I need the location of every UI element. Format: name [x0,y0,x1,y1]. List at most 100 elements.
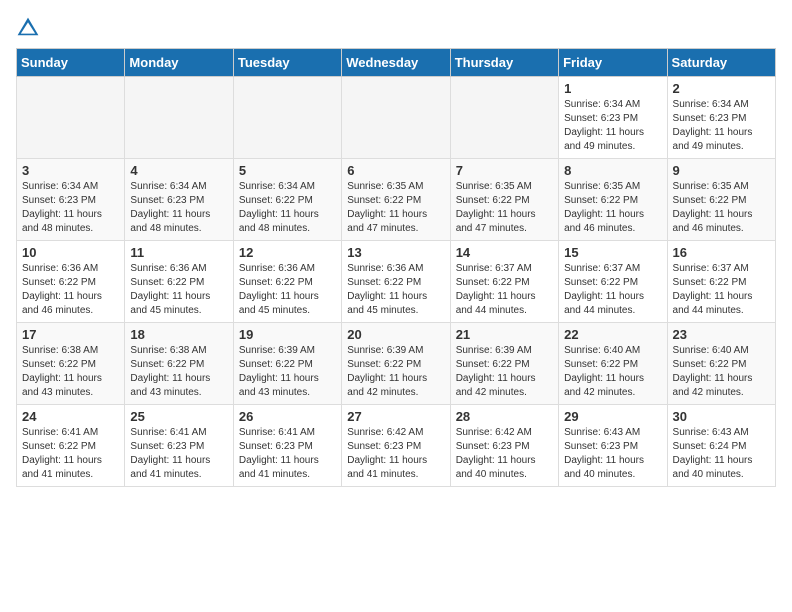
day-info: Sunrise: 6:35 AM Sunset: 6:22 PM Dayligh… [673,180,770,236]
day-number: 21 [456,327,553,342]
day-info: Sunrise: 6:40 AM Sunset: 6:22 PM Dayligh… [673,344,770,400]
calendar-cell: 11 Sunrise: 6:36 AM Sunset: 6:22 PM Dayli… [125,241,233,323]
day-number: 2 [673,81,770,96]
calendar-week-row: 10Sunrise: 6:36 AM Sunset: 6:22 PM Dayli… [17,241,776,323]
day-number: 1 [564,81,661,96]
calendar-cell: 3 Sunrise: 6:34 AM Sunset: 6:23 PM Daylig… [17,159,125,241]
calendar-cell: 8Sunrise: 6:35 AM Sunset: 6:22 PM Daylig… [559,159,667,241]
day-info: Sunrise: 6:42 AM Sunset: 6:23 PM Dayligh… [456,426,553,482]
calendar-cell: 25 Sunrise: 6:41 AM Sunset: 6:23 PM Dayli… [125,405,233,487]
day-number: 3 [22,163,119,178]
day-info: Sunrise: 6:37 AM Sunset: 6:22 PM Dayligh… [564,262,661,318]
day-info: Sunrise: 6:37 AM Sunset: 6:22 PM Dayligh… [456,262,553,318]
day-number: 14 [456,245,553,260]
calendar-cell: 12Sunrise: 6:36 AM Sunset: 6:22 PM Dayli… [233,241,341,323]
calendar-cell: 20Sunrise: 6:39 AM Sunset: 6:22 PM Dayli… [342,323,450,405]
day-info: Sunrise: 6:34 AM Sunset: 6:23 PM Dayligh… [673,98,770,154]
day-number: 27 [347,409,444,424]
calendar-cell [17,77,125,159]
page-header [16,16,776,40]
day-number: 16 [673,245,770,260]
calendar-cell: 2 Sunrise: 6:34 AM Sunset: 6:23 PM Daylig… [667,77,775,159]
day-number: 11 [130,245,227,260]
calendar-week-row: 24Sunrise: 6:41 AM Sunset: 6:22 PM Dayli… [17,405,776,487]
calendar-day-header: Wednesday [342,49,450,77]
day-number: 5 [239,163,336,178]
day-info: Sunrise: 6:36 AM Sunset: 6:22 PM Dayligh… [347,262,444,318]
day-number: 26 [239,409,336,424]
day-info: Sunrise: 6:43 AM Sunset: 6:24 PM Dayligh… [673,426,770,482]
day-info: Sunrise: 6:39 AM Sunset: 6:22 PM Dayligh… [347,344,444,400]
day-info: Sunrise: 6:34 AM Sunset: 6:22 PM Dayligh… [239,180,336,236]
day-number: 18 [130,327,227,342]
day-number: 28 [456,409,553,424]
calendar-week-row: 17 Sunrise: 6:38 AM Sunset: 6:22 PM Dayli… [17,323,776,405]
calendar-cell: 29 Sunrise: 6:43 AM Sunset: 6:23 PM Dayli… [559,405,667,487]
day-info: Sunrise: 6:36 AM Sunset: 6:22 PM Dayligh… [22,262,119,318]
calendar-cell: 17 Sunrise: 6:38 AM Sunset: 6:22 PM Dayli… [17,323,125,405]
day-info: Sunrise: 6:37 AM Sunset: 6:22 PM Dayligh… [673,262,770,318]
calendar-cell [125,77,233,159]
day-number: 19 [239,327,336,342]
day-info: Sunrise: 6:40 AM Sunset: 6:22 PM Dayligh… [564,344,661,400]
day-info: Sunrise: 6:36 AM Sunset: 6:22 PM Dayligh… [130,262,227,318]
day-info: Sunrise: 6:38 AM Sunset: 6:22 PM Dayligh… [22,344,119,400]
day-info: Sunrise: 6:35 AM Sunset: 6:22 PM Dayligh… [564,180,661,236]
day-number: 13 [347,245,444,260]
day-info: Sunrise: 6:35 AM Sunset: 6:22 PM Dayligh… [456,180,553,236]
day-number: 22 [564,327,661,342]
calendar-cell: 15 Sunrise: 6:37 AM Sunset: 6:22 PM Dayli… [559,241,667,323]
calendar-day-header: Monday [125,49,233,77]
logo-icon [16,16,40,40]
calendar-cell: 22 Sunrise: 6:40 AM Sunset: 6:22 PM Dayli… [559,323,667,405]
day-info: Sunrise: 6:39 AM Sunset: 6:22 PM Dayligh… [456,344,553,400]
day-info: Sunrise: 6:41 AM Sunset: 6:23 PM Dayligh… [130,426,227,482]
day-number: 9 [673,163,770,178]
day-number: 29 [564,409,661,424]
calendar-day-header: Thursday [450,49,558,77]
calendar-cell: 1 Sunrise: 6:34 AM Sunset: 6:23 PM Daylig… [559,77,667,159]
calendar-cell: 4Sunrise: 6:34 AM Sunset: 6:23 PM Daylig… [125,159,233,241]
day-number: 23 [673,327,770,342]
calendar-cell: 7 Sunrise: 6:35 AM Sunset: 6:22 PM Daylig… [450,159,558,241]
calendar-week-row: 1 Sunrise: 6:34 AM Sunset: 6:23 PM Daylig… [17,77,776,159]
calendar-cell: 10Sunrise: 6:36 AM Sunset: 6:22 PM Dayli… [17,241,125,323]
calendar-day-header: Tuesday [233,49,341,77]
calendar-cell: 21 Sunrise: 6:39 AM Sunset: 6:22 PM Dayli… [450,323,558,405]
day-info: Sunrise: 6:34 AM Sunset: 6:23 PM Dayligh… [564,98,661,154]
calendar-cell: 9 Sunrise: 6:35 AM Sunset: 6:22 PM Daylig… [667,159,775,241]
calendar-cell: 30 Sunrise: 6:43 AM Sunset: 6:24 PM Dayli… [667,405,775,487]
day-info: Sunrise: 6:38 AM Sunset: 6:22 PM Dayligh… [130,344,227,400]
day-info: Sunrise: 6:41 AM Sunset: 6:22 PM Dayligh… [22,426,119,482]
day-info: Sunrise: 6:39 AM Sunset: 6:22 PM Dayligh… [239,344,336,400]
day-number: 25 [130,409,227,424]
day-number: 7 [456,163,553,178]
calendar-cell: 24Sunrise: 6:41 AM Sunset: 6:22 PM Dayli… [17,405,125,487]
calendar-cell [450,77,558,159]
day-info: Sunrise: 6:36 AM Sunset: 6:22 PM Dayligh… [239,262,336,318]
day-number: 17 [22,327,119,342]
day-number: 4 [130,163,227,178]
calendar-cell: 27 Sunrise: 6:42 AM Sunset: 6:23 PM Dayli… [342,405,450,487]
day-info: Sunrise: 6:42 AM Sunset: 6:23 PM Dayligh… [347,426,444,482]
calendar-cell: 13 Sunrise: 6:36 AM Sunset: 6:22 PM Dayli… [342,241,450,323]
calendar-cell: 23 Sunrise: 6:40 AM Sunset: 6:22 PM Dayli… [667,323,775,405]
calendar-cell: 26Sunrise: 6:41 AM Sunset: 6:23 PM Dayli… [233,405,341,487]
day-number: 6 [347,163,444,178]
calendar-day-header: Friday [559,49,667,77]
calendar-day-header: Saturday [667,49,775,77]
calendar-cell: 18 Sunrise: 6:38 AM Sunset: 6:22 PM Dayli… [125,323,233,405]
calendar-cell: 28 Sunrise: 6:42 AM Sunset: 6:23 PM Dayli… [450,405,558,487]
calendar-day-header: Sunday [17,49,125,77]
day-number: 30 [673,409,770,424]
day-info: Sunrise: 6:43 AM Sunset: 6:23 PM Dayligh… [564,426,661,482]
calendar-cell: 6Sunrise: 6:35 AM Sunset: 6:22 PM Daylig… [342,159,450,241]
calendar-cell: 5 Sunrise: 6:34 AM Sunset: 6:22 PM Daylig… [233,159,341,241]
calendar-cell [233,77,341,159]
day-info: Sunrise: 6:34 AM Sunset: 6:23 PM Dayligh… [22,180,119,236]
calendar-table: SundayMondayTuesdayWednesdayThursdayFrid… [16,48,776,487]
calendar-cell: 14 Sunrise: 6:37 AM Sunset: 6:22 PM Dayli… [450,241,558,323]
calendar-header-row: SundayMondayTuesdayWednesdayThursdayFrid… [17,49,776,77]
day-number: 15 [564,245,661,260]
logo [16,16,44,40]
